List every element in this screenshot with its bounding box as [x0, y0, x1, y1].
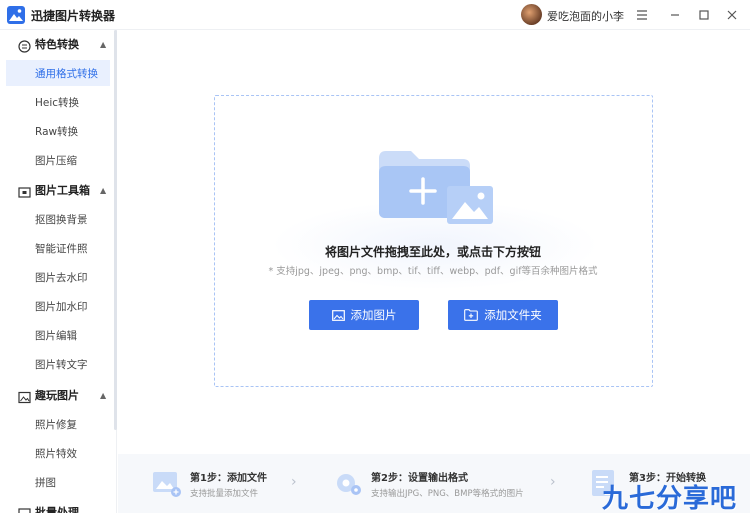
sidebar-group-label: 趣玩图片: [35, 389, 79, 402]
step-2-title: 第2步：设置输出格式: [371, 473, 468, 484]
close-icon[interactable]: [722, 5, 742, 25]
image-icon: [331, 309, 345, 321]
add-file-step-icon: [152, 468, 182, 498]
convert-icon: [18, 38, 31, 53]
sidebar-item-ocr[interactable]: 图片转文字: [6, 351, 110, 377]
dropzone[interactable]: [214, 95, 653, 387]
sidebar-item-heic[interactable]: Heic转换: [6, 89, 110, 115]
sidebar-group-special-convert[interactable]: 特色转换 ▲: [0, 30, 114, 58]
toolbox-icon: [18, 184, 31, 198]
image-icon: [18, 389, 31, 403]
sidebar-item-add-watermark[interactable]: 图片加水印: [6, 293, 110, 319]
sidebar-item-format-convert[interactable]: 通用格式转换: [6, 60, 110, 86]
sidebar-item-compress[interactable]: 图片压缩: [6, 147, 110, 173]
chevron-up-icon: ▲: [100, 185, 107, 195]
add-image-button[interactable]: 添加图片: [309, 300, 419, 330]
sidebar-item-cutout[interactable]: 抠图换背景: [6, 206, 110, 232]
chevron-right-icon: ›: [550, 474, 556, 490]
minimize-icon[interactable]: [665, 5, 685, 25]
sidebar-item-photo-repair[interactable]: 照片修复: [6, 411, 110, 437]
batch-icon: [18, 506, 31, 513]
step-1-title: 第1步：添加文件: [190, 473, 267, 484]
sidebar-item-raw[interactable]: Raw转换: [6, 118, 110, 144]
sidebar-item-edit[interactable]: 图片编辑: [6, 322, 110, 348]
chevron-up-icon: ▲: [100, 39, 107, 49]
dropzone-subtitle: * 支持jpg、jpeg、png、bmp、tif、tiff、webp、pdf、g…: [268, 266, 598, 277]
menu-icon[interactable]: [632, 5, 652, 25]
gear-step-icon: [333, 468, 363, 498]
dropzone-title: 将图片文件拖拽至此处，或点击下方按钮: [324, 245, 541, 259]
add-image-label: 添加图片: [350, 308, 397, 322]
title-bar: 迅捷图片转换器 爱吃泡面的小李: [0, 0, 750, 30]
folder-image-icon: [377, 150, 495, 230]
step-2-desc: 支持输出JPG、PNG、BMP等格式的图片: [371, 489, 524, 499]
sidebar-group-toolbox[interactable]: 图片工具箱 ▲: [0, 176, 114, 204]
avatar[interactable]: [521, 4, 542, 25]
sidebar-group-fun[interactable]: 趣玩图片 ▲: [0, 381, 114, 409]
step-1-desc: 支持批量添加文件: [190, 489, 259, 499]
chevron-up-icon: ▲: [100, 390, 107, 400]
sidebar-item-collage[interactable]: 拼图: [6, 469, 110, 495]
app-logo-icon: [7, 6, 25, 24]
sidebar-item-photo-effects[interactable]: 照片特效: [6, 440, 110, 466]
add-folder-button[interactable]: 添加文件夹: [448, 300, 558, 330]
sidebar-group-label: 特色转换: [35, 38, 79, 51]
sidebar-scrollbar[interactable]: [114, 30, 117, 430]
sidebar-group-label: 批量处理: [35, 506, 79, 513]
app-title: 迅捷图片转换器: [31, 9, 116, 23]
folder-plus-icon: [464, 309, 479, 321]
sidebar-group-batch[interactable]: 批量处理: [0, 498, 114, 513]
add-folder-label: 添加文件夹: [484, 308, 542, 322]
app-window: 迅捷图片转换器 爱吃泡面的小李 特色转换 ▲ 通用格式转换 Heic转换 Raw…: [0, 0, 750, 513]
sidebar-group-label: 图片工具箱: [35, 184, 90, 197]
watermark-logo: 九七分享吧: [602, 484, 738, 513]
maximize-icon[interactable]: [694, 5, 714, 25]
chevron-right-icon: ›: [291, 474, 297, 490]
username[interactable]: 爱吃泡面的小李: [547, 8, 624, 24]
